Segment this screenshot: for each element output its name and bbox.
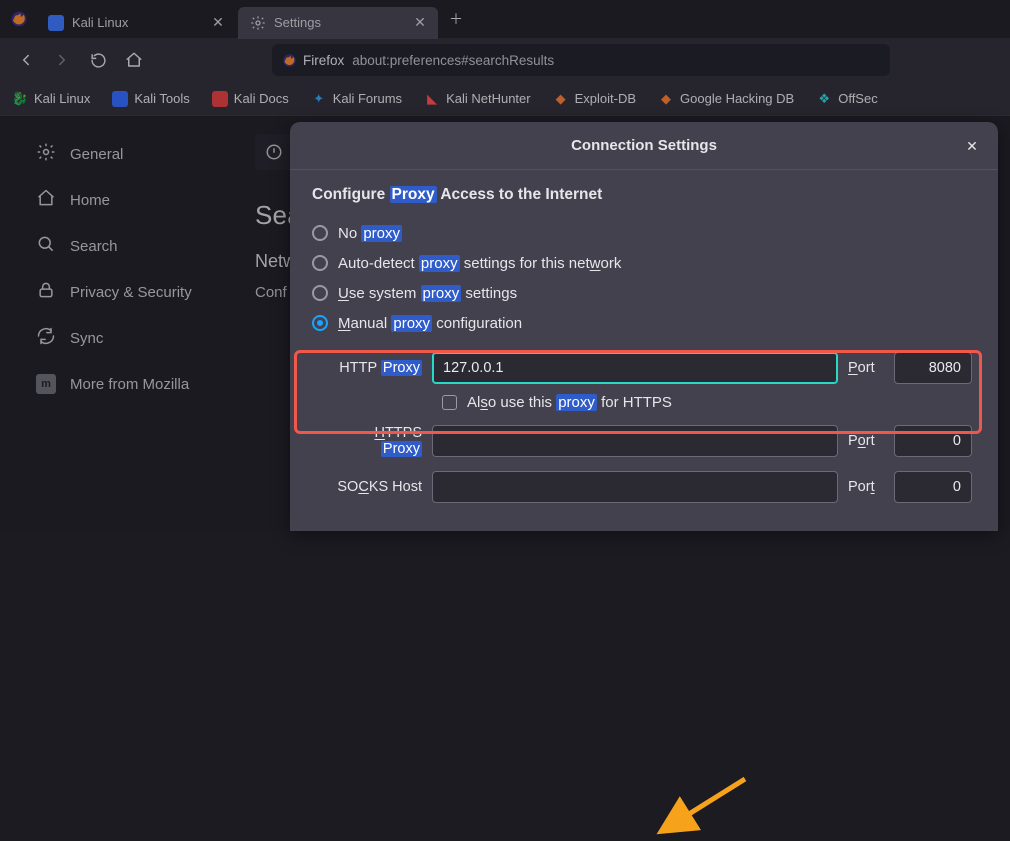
proxy-section-title: Configure Proxy Access to the Internet xyxy=(312,186,972,204)
radio-label: Use system proxy settings xyxy=(338,285,517,302)
radio-auto-detect[interactable]: Auto-detect proxy settings for this netw… xyxy=(312,248,972,278)
radio-manual-proxy[interactable]: Manual proxy configuration xyxy=(312,308,972,338)
radio-no-proxy[interactable]: No proxy xyxy=(312,218,972,248)
radio-icon[interactable] xyxy=(312,225,328,241)
https-proxy-row: HTTPS Proxy Port xyxy=(312,425,972,457)
connection-settings-dialog: Connection Settings ✕ Configure Proxy Ac… xyxy=(290,122,998,531)
modal-body: Configure Proxy Access to the Internet N… xyxy=(290,170,998,503)
http-host-input[interactable] xyxy=(432,352,838,384)
socks-host-input[interactable] xyxy=(432,471,838,503)
radio-label: Auto-detect proxy settings for this netw… xyxy=(338,255,621,272)
http-proxy-row: HTTP Proxy Port xyxy=(312,352,972,384)
radio-label: Manual proxy configuration xyxy=(338,315,522,332)
socks-port-label: Port xyxy=(848,479,884,495)
socks-port-input[interactable] xyxy=(894,471,972,503)
modal-header: Connection Settings ✕ xyxy=(290,122,998,170)
http-proxy-label: HTTP Proxy xyxy=(332,360,422,376)
https-host-input[interactable] xyxy=(432,425,838,457)
radio-system-proxy[interactable]: Use system proxy settings xyxy=(312,278,972,308)
checkbox-label: Also use this proxy for HTTPS xyxy=(467,394,672,411)
modal-title: Connection Settings xyxy=(571,137,717,154)
https-port-input[interactable] xyxy=(894,425,972,457)
socks-host-label: SOCKS Host xyxy=(332,479,422,495)
radio-icon[interactable] xyxy=(312,255,328,271)
radio-label: No proxy xyxy=(338,225,402,242)
close-icon[interactable]: ✕ xyxy=(960,134,984,158)
https-port-label: Port xyxy=(848,433,884,449)
radio-icon[interactable] xyxy=(312,315,328,331)
http-port-label: Port xyxy=(848,360,884,376)
http-port-input[interactable] xyxy=(894,352,972,384)
https-proxy-label: HTTPS Proxy xyxy=(332,425,422,457)
also-https-checkbox-row[interactable]: Also use this proxy for HTTPS xyxy=(312,394,972,411)
radio-icon[interactable] xyxy=(312,285,328,301)
socks-host-row: SOCKS Host Port xyxy=(312,471,972,503)
checkbox-icon[interactable] xyxy=(442,395,457,410)
